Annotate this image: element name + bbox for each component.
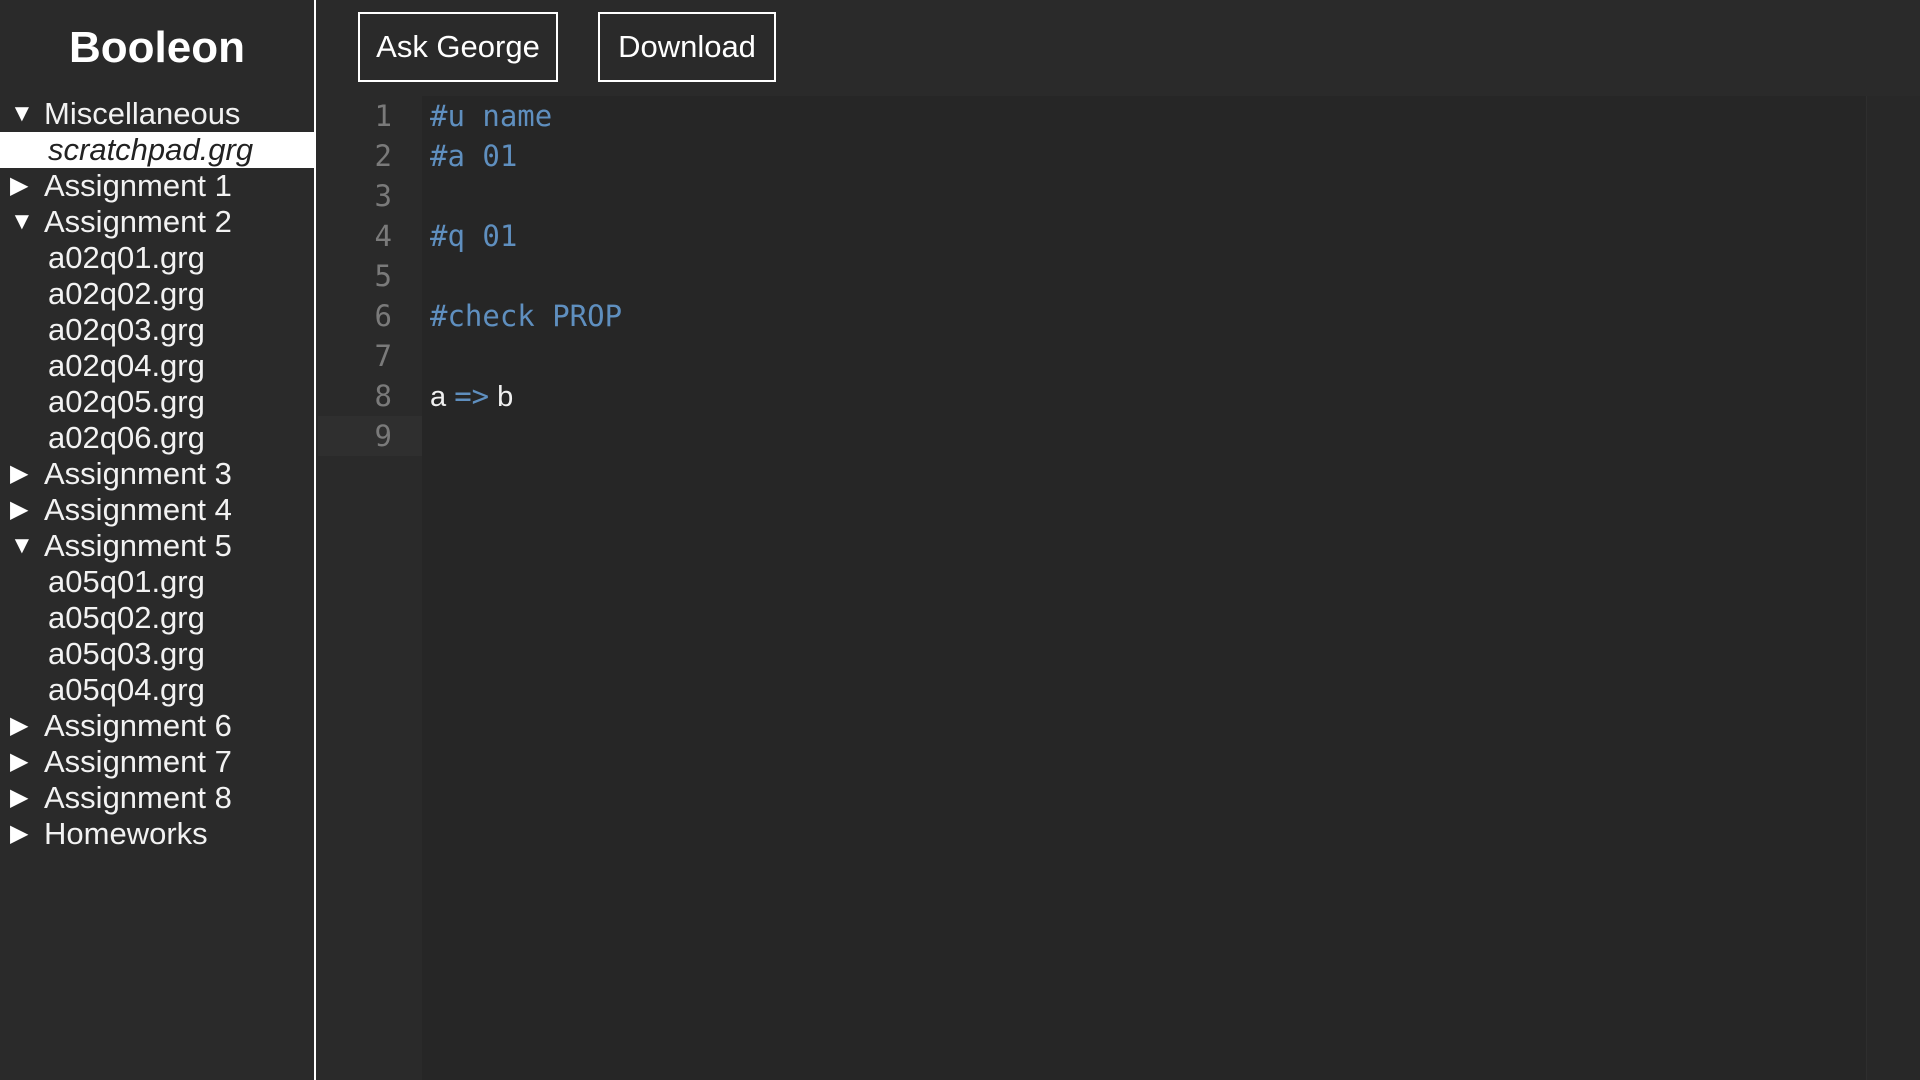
tree-folder[interactable]: ▼ Assignment 2 [0, 204, 314, 240]
line-code[interactable] [422, 176, 430, 216]
caret-right-icon[interactable]: ▶ [10, 744, 44, 780]
editor-line[interactable]: 7 [318, 336, 1866, 376]
caret-right-icon[interactable]: ▶ [10, 492, 44, 528]
caret-right-icon[interactable]: ▶ [10, 456, 44, 492]
editor-line[interactable]: 2 #a 01 [318, 136, 1866, 176]
ask-george-button[interactable]: Ask George [358, 12, 558, 82]
line-code[interactable] [422, 416, 430, 456]
tree-folder-label: Assignment 3 [44, 456, 232, 491]
caret-down-icon[interactable]: ▼ [10, 528, 44, 564]
line-code[interactable] [422, 336, 430, 376]
code-token: b [489, 381, 514, 413]
editor-line[interactable]: 3 [318, 176, 1866, 216]
app-brand: Booleon [69, 23, 245, 72]
line-number: 4 [374, 219, 392, 253]
line-number: 8 [374, 379, 392, 413]
line-number: 2 [374, 139, 392, 173]
app-window: Booleon ▼ Miscellaneous scratchpad.grg ▶ Ass… [0, 0, 1920, 1080]
download-button[interactable]: Download [598, 12, 776, 82]
caret-right-icon[interactable]: ▶ [10, 816, 44, 852]
line-code[interactable]: #check PROP [422, 296, 622, 336]
tree-file[interactable]: a05q04.grg [0, 672, 314, 708]
line-code[interactable]: #u name [422, 96, 552, 136]
file-sidebar: Booleon ▼ Miscellaneous scratchpad.grg ▶ Ass… [0, 0, 316, 1080]
code-token: a [430, 381, 447, 413]
editor-line[interactable]: 4 #q 01 [318, 216, 1866, 256]
tree-file[interactable]: a02q01.grg [0, 240, 314, 276]
line-code[interactable]: #a 01 [422, 136, 517, 176]
line-number: 9 [318, 416, 422, 456]
tree-file[interactable]: a02q06.grg [0, 420, 314, 456]
tree-folder-label: Assignment 8 [44, 780, 232, 815]
tree-folder[interactable]: ▶ Assignment 6 [0, 708, 314, 744]
code-token: #q 01 [430, 219, 518, 253]
tree-file[interactable]: a02q04.grg [0, 348, 314, 384]
tree-folder[interactable]: ▼ Assignment 5 [0, 528, 314, 564]
editor-line[interactable]: 1 #u name [318, 96, 1866, 136]
line-number: 3 [374, 179, 392, 213]
caret-down-icon[interactable]: ▼ [10, 96, 44, 132]
tree-folder[interactable]: ▶ Assignment 4 [0, 492, 314, 528]
caret-right-icon[interactable]: ▶ [10, 708, 44, 744]
toolbar: Ask George Download [318, 0, 1920, 96]
editor-line[interactable]: 5 [318, 256, 1866, 296]
editor-line[interactable]: 8 a => b [318, 376, 1866, 416]
tree-folder-label: Assignment 7 [44, 744, 232, 779]
tree-file-selected[interactable]: scratchpad.grg [0, 132, 314, 168]
tree-file[interactable]: a05q03.grg [0, 636, 314, 672]
caret-down-icon[interactable]: ▼ [10, 204, 44, 240]
line-code[interactable]: a => b [422, 376, 513, 416]
tree-folder-label: Miscellaneous [44, 96, 241, 131]
tree-folder[interactable]: ▶ Assignment 8 [0, 780, 314, 816]
tree-folder-label: Homeworks [44, 816, 208, 851]
code-editor[interactable]: 1 #u name 2 #a 01 3 4 #q 01 5 6 #check PROP 7 8 a =>… [318, 96, 1920, 1080]
tree-folder[interactable]: ▶ Assignment 3 [0, 456, 314, 492]
line-code[interactable] [422, 256, 430, 296]
line-number: 1 [374, 99, 392, 133]
tree-file[interactable]: a02q03.grg [0, 312, 314, 348]
tree-folder-label: Assignment 2 [44, 204, 232, 239]
line-code[interactable]: #q 01 [422, 216, 517, 256]
code-token: => [454, 379, 490, 413]
tree-folder-label: Assignment 4 [44, 492, 232, 527]
caret-right-icon[interactable]: ▶ [10, 168, 44, 204]
tree-folder-label: Assignment 1 [44, 168, 232, 203]
editor-lines: 1 #u name 2 #a 01 3 4 #q 01 5 6 #check PROP 7 8 a =>… [318, 96, 1866, 456]
editor-line[interactable]: 6 #check PROP [318, 296, 1866, 336]
tree-folder-label: Assignment 5 [44, 528, 232, 563]
editor-line[interactable]: 9 [318, 416, 1866, 456]
tree-file[interactable]: a05q02.grg [0, 600, 314, 636]
tree-folder[interactable]: ▶ Assignment 1 [0, 168, 314, 204]
tree-folder[interactable]: ▼ Miscellaneous [0, 96, 314, 132]
file-tree: ▼ Miscellaneous scratchpad.grg ▶ Assignment … [0, 96, 314, 852]
tree-file[interactable]: a02q02.grg [0, 276, 314, 312]
tree-folder[interactable]: ▶ Homeworks [0, 816, 314, 852]
tree-folder[interactable]: ▶ Assignment 7 [0, 744, 314, 780]
tree-file[interactable]: a05q01.grg [0, 564, 314, 600]
line-number: 7 [374, 339, 392, 373]
caret-right-icon[interactable]: ▶ [10, 780, 44, 816]
main-panel: Ask George Download 1 #u name 2 #a 01 3 4 #q 0… [318, 0, 1920, 1080]
code-token: #a 01 [430, 139, 518, 173]
editor-right-margin [1866, 96, 1920, 1080]
line-number: 5 [374, 259, 392, 293]
tree-file[interactable]: a02q05.grg [0, 384, 314, 420]
code-token: #u name [430, 99, 553, 133]
code-token: #check PROP [430, 299, 623, 333]
line-number: 6 [374, 299, 392, 333]
tree-folder-label: Assignment 6 [44, 708, 232, 743]
